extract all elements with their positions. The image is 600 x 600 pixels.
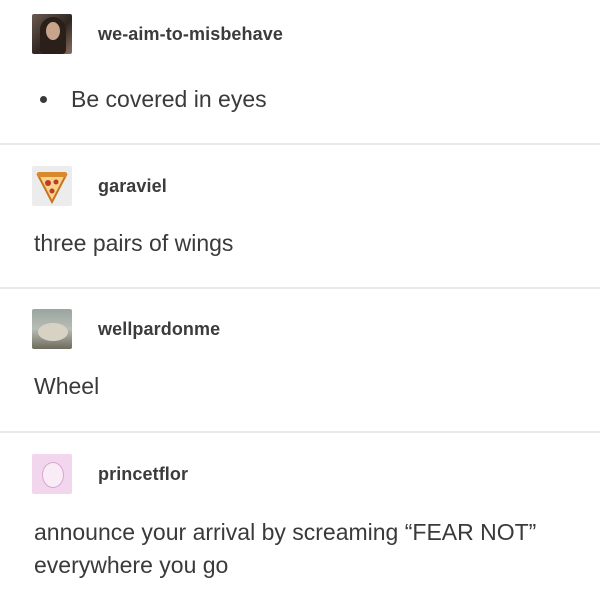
post-header: garaviel [32, 166, 167, 206]
username[interactable]: we-aim-to-misbehave [98, 24, 283, 45]
bullet-icon [40, 96, 47, 103]
username[interactable]: princetflor [98, 464, 188, 485]
user-avatar-woman-icon[interactable] [32, 14, 72, 54]
post-text-line: everywhere you go [34, 552, 229, 578]
username[interactable]: garaviel [98, 176, 167, 197]
user-avatar-photo-icon[interactable] [32, 309, 72, 349]
post-text: three pairs of wings [34, 230, 234, 256]
username[interactable]: wellpardonme [98, 319, 220, 340]
list-item: Be covered in eyes [34, 84, 267, 115]
list-item-text: Be covered in eyes [71, 86, 267, 112]
post-header: wellpardonme [32, 309, 220, 349]
post-thread: we-aim-to-misbehave Be covered in eyes g… [0, 0, 600, 600]
post-body: Be covered in eyes [34, 84, 267, 115]
post-body: three pairs of wings [34, 228, 233, 259]
post-body: Wheel [34, 371, 99, 402]
post-header: princetflor [32, 454, 188, 494]
post-header: we-aim-to-misbehave [32, 14, 283, 54]
post-body: announce your arrival by screaming “FEAR… [34, 516, 536, 582]
user-avatar-pink-drawing-icon[interactable] [32, 454, 72, 494]
post-text-line: announce your arrival by screaming “FEAR… [34, 519, 537, 545]
divider [0, 431, 600, 433]
divider [0, 287, 600, 289]
post-text: Wheel [34, 373, 100, 399]
pizza-slice-icon[interactable] [32, 166, 72, 206]
divider [0, 143, 600, 145]
